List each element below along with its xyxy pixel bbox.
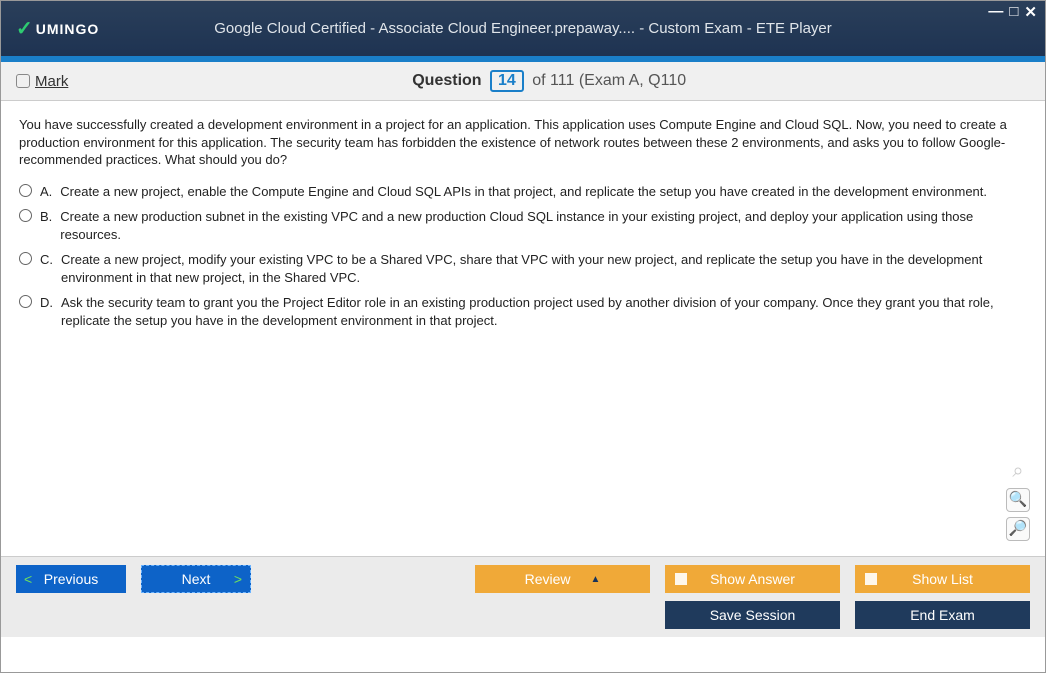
- option-text: Ask the security team to grant you the P…: [61, 294, 1027, 329]
- show-answer-button[interactable]: Show Answer: [665, 565, 840, 593]
- check-icon: ✓: [16, 16, 34, 41]
- option-c[interactable]: C. Create a new project, modify your exi…: [19, 251, 1027, 286]
- checkbox-icon[interactable]: [16, 74, 30, 88]
- close-icon[interactable]: ✕: [1024, 3, 1037, 21]
- next-button[interactable]: Next >: [141, 565, 251, 593]
- next-label: Next: [182, 571, 211, 587]
- option-letter: D.: [40, 294, 53, 312]
- options-list: A. Create a new project, enable the Comp…: [19, 183, 1027, 330]
- save-session-label: Save Session: [710, 607, 796, 623]
- question-indicator: Question 14 of 111 (Exam A, Q110: [68, 70, 1030, 92]
- checkbox-icon: [675, 573, 687, 585]
- triangle-up-icon: ▲: [591, 574, 601, 585]
- logo: ✓ UMINGO: [16, 16, 99, 41]
- option-letter: A.: [40, 183, 52, 201]
- option-text: Create a new project, modify your existi…: [61, 251, 1027, 286]
- radio-icon[interactable]: [19, 209, 32, 222]
- chevron-left-icon: <: [24, 571, 32, 587]
- show-answer-label: Show Answer: [710, 571, 795, 587]
- option-d[interactable]: D. Ask the security team to grant you th…: [19, 294, 1027, 329]
- question-total: of 111 (Exam A, Q110: [532, 72, 686, 89]
- chevron-right-icon: >: [234, 571, 242, 587]
- previous-button[interactable]: < Previous: [16, 565, 126, 593]
- option-b[interactable]: B. Create a new production subnet in the…: [19, 208, 1027, 243]
- minimize-icon[interactable]: —: [988, 3, 1003, 21]
- zoom-in-icon[interactable]: 🔍: [1006, 488, 1030, 512]
- mark-checkbox[interactable]: Mark: [16, 73, 68, 90]
- radio-icon[interactable]: [19, 295, 32, 308]
- footer-row-2: Save Session End Exam: [16, 601, 1030, 629]
- option-letter: B.: [40, 208, 52, 226]
- maximize-icon[interactable]: □: [1009, 3, 1018, 21]
- checkbox-icon: [865, 573, 877, 585]
- end-exam-label: End Exam: [910, 607, 975, 623]
- content-area: You have successfully created a developm…: [1, 101, 1045, 556]
- review-button[interactable]: Review ▲: [475, 565, 650, 593]
- mark-label: Mark: [35, 73, 68, 90]
- logo-text: UMINGO: [36, 21, 100, 37]
- titlebar: ✓ UMINGO Google Cloud Certified - Associ…: [1, 1, 1045, 56]
- show-list-button[interactable]: Show List: [855, 565, 1030, 593]
- question-word: Question: [412, 72, 481, 89]
- end-exam-button[interactable]: End Exam: [855, 601, 1030, 629]
- window-controls: — □ ✕: [988, 3, 1037, 21]
- option-text: Create a new project, enable the Compute…: [60, 183, 1027, 201]
- footer-row-1: < Previous Next > Review ▲ Show Answer S…: [16, 565, 1030, 593]
- zoom-controls: ⌕ 🔍 🔎: [1006, 459, 1030, 541]
- question-header: Mark Question 14 of 111 (Exam A, Q110: [1, 62, 1045, 101]
- review-label: Review: [525, 571, 571, 587]
- question-text: You have successfully created a developm…: [19, 116, 1027, 169]
- option-letter: C.: [40, 251, 53, 269]
- option-a[interactable]: A. Create a new project, enable the Comp…: [19, 183, 1027, 201]
- zoom-out-icon[interactable]: 🔎: [1006, 517, 1030, 541]
- footer: < Previous Next > Review ▲ Show Answer S…: [1, 556, 1045, 637]
- option-text: Create a new production subnet in the ex…: [60, 208, 1027, 243]
- search-icon[interactable]: ⌕: [1006, 459, 1030, 483]
- show-list-label: Show List: [912, 571, 973, 587]
- radio-icon[interactable]: [19, 252, 32, 265]
- radio-icon[interactable]: [19, 184, 32, 197]
- window-title: Google Cloud Certified - Associate Cloud…: [214, 20, 832, 37]
- previous-label: Previous: [44, 571, 98, 587]
- save-session-button[interactable]: Save Session: [665, 601, 840, 629]
- question-number: 14: [490, 70, 524, 92]
